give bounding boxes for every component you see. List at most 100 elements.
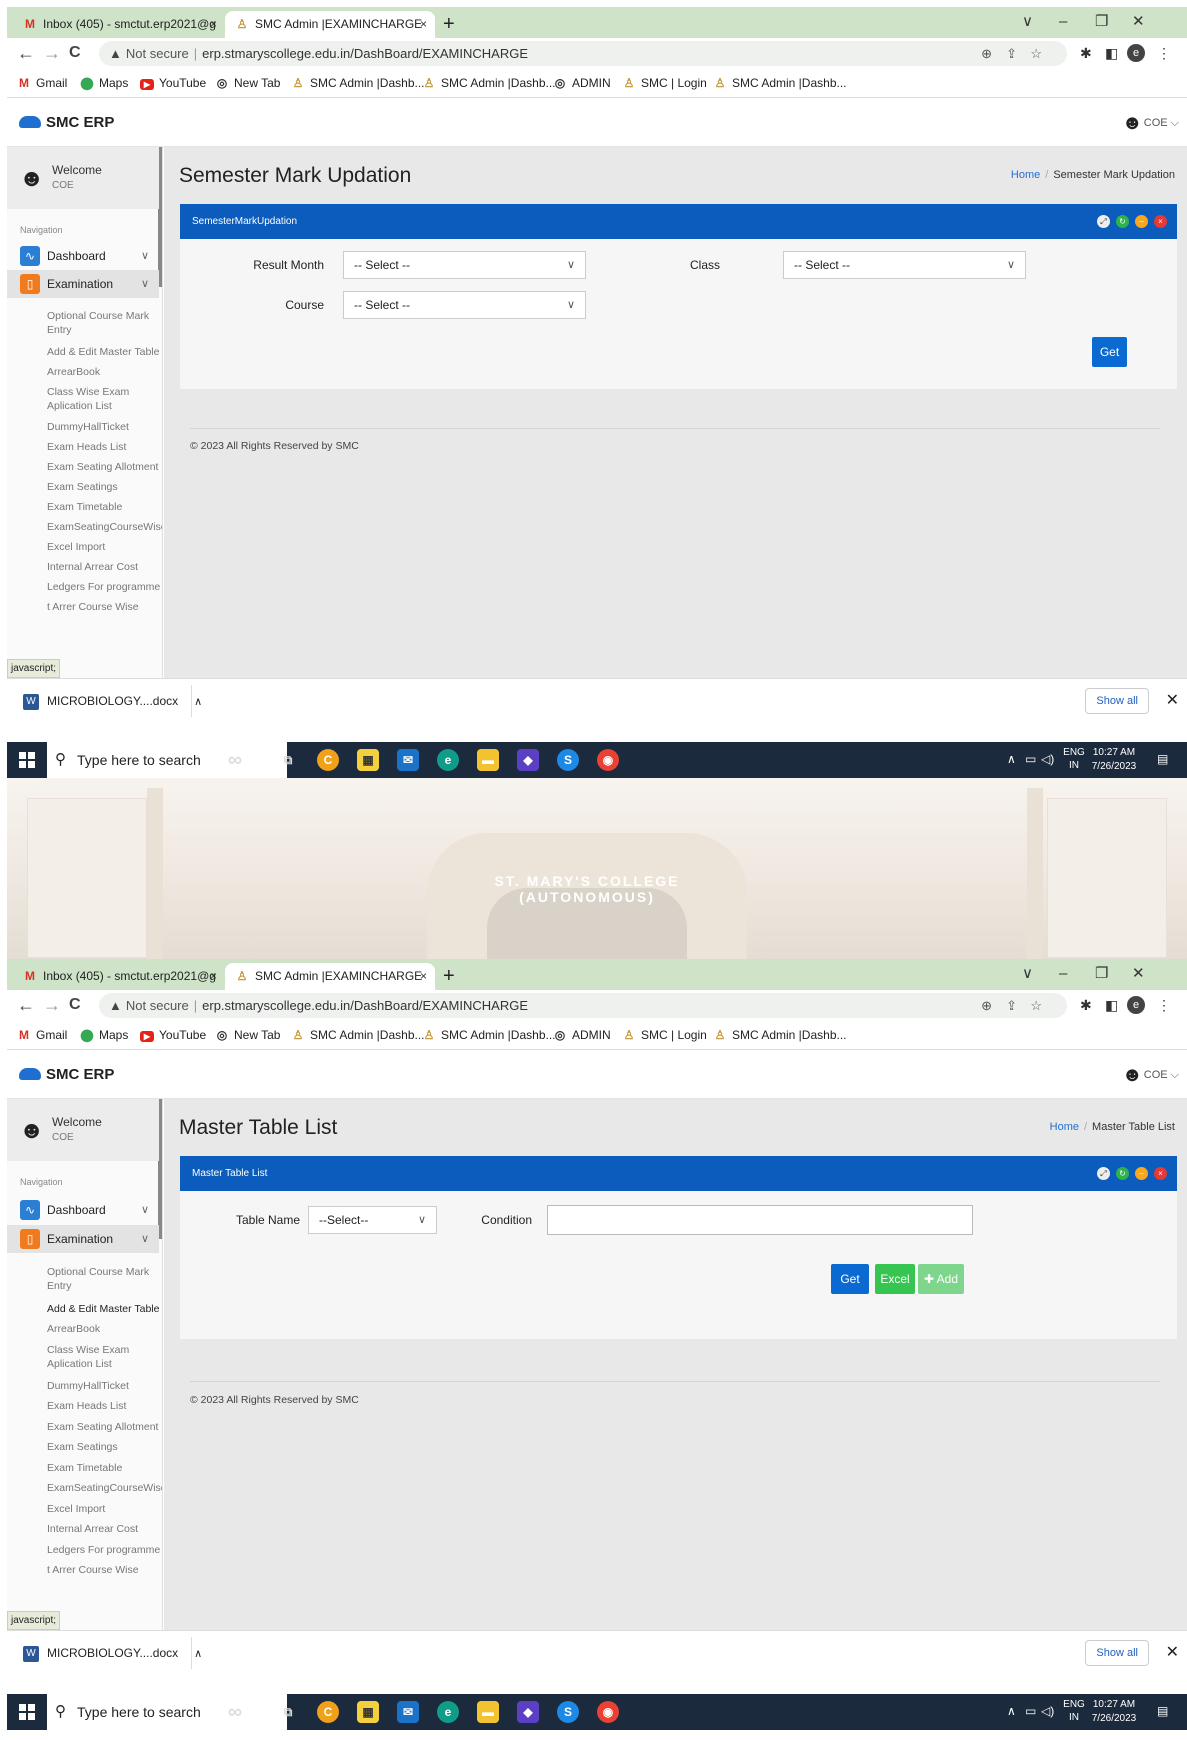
close-window-icon[interactable]: ✕: [1132, 11, 1145, 33]
zoom-icon[interactable]: ⊕: [981, 993, 992, 1018]
bookmark-smc-admin-3[interactable]: ♙ SMC Admin |Dashb...: [713, 75, 847, 91]
clock[interactable]: 10:27 AM 7/26/2023: [1089, 1698, 1139, 1726]
breadcrumb-home[interactable]: Home: [1050, 1121, 1079, 1133]
restore-icon[interactable]: ❐: [1095, 11, 1108, 33]
submenu-item[interactable]: t Arrer Course Wise: [47, 600, 162, 614]
battery-icon[interactable]: ▭: [1025, 1704, 1036, 1718]
bookmark-gmail[interactable]: M Gmail: [17, 1027, 67, 1043]
forward-icon[interactable]: →: [43, 994, 61, 1016]
tab-smc-admin[interactable]: ♙ SMC Admin |EXAMINCHARGE ×: [225, 11, 435, 38]
new-tab-button[interactable]: +: [443, 963, 455, 989]
submenu-item[interactable]: Exam Timetable: [47, 500, 162, 514]
edge-icon[interactable]: e: [437, 1701, 459, 1723]
tab-gmail[interactable]: M Inbox (405) - smctut.erp2021@g ×: [13, 963, 225, 990]
close-tab-icon[interactable]: ×: [210, 11, 217, 38]
collapse-icon[interactable]: –: [1135, 215, 1148, 228]
bookmark-youtube[interactable]: ▶ YouTube: [140, 75, 206, 91]
table-name-select[interactable]: --Select-- ∨: [308, 1206, 437, 1234]
chrome-icon[interactable]: ◉: [597, 1701, 619, 1723]
task-view-icon[interactable]: ⧉: [277, 749, 299, 771]
profile-avatar[interactable]: e: [1127, 996, 1145, 1014]
file-explorer-icon[interactable]: ▬: [477, 749, 499, 771]
bookmark-new-tab[interactable]: ◎ New Tab: [215, 1027, 281, 1043]
bookmark-smc-admin-3[interactable]: ♙ SMC Admin |Dashb...: [713, 1027, 847, 1043]
user-menu[interactable]: ☻COE ⌵: [1122, 1063, 1179, 1087]
submenu-item[interactable]: ArrearBook: [47, 365, 162, 379]
submenu-item[interactable]: DummyHallTicket: [47, 420, 162, 434]
chevron-up-icon[interactable]: ∧: [1007, 752, 1016, 766]
language-indicator[interactable]: ENG IN: [1062, 746, 1086, 772]
close-tab-icon[interactable]: ×: [420, 963, 427, 990]
download-item[interactable]: W MICROBIOLOGY....docx ∧: [17, 679, 202, 723]
windows-start-icon[interactable]: [19, 752, 35, 768]
remove-icon[interactable]: ×: [1154, 1167, 1167, 1180]
submenu-item[interactable]: Exam Seating Allotment: [47, 1420, 162, 1434]
chevron-up-icon[interactable]: ∧: [1007, 1704, 1016, 1718]
back-icon[interactable]: ←: [17, 42, 35, 64]
new-tab-button[interactable]: +: [443, 11, 455, 37]
course-select[interactable]: -- Select -- ∨: [343, 291, 586, 319]
minimize-icon[interactable]: –: [1059, 11, 1067, 33]
close-download-bar-icon[interactable]: ✕: [1166, 1641, 1179, 1665]
breadcrumb-home[interactable]: Home: [1011, 169, 1040, 181]
close-tab-icon[interactable]: ×: [420, 11, 427, 38]
reload-icon[interactable]: C: [69, 994, 81, 1016]
reload-icon[interactable]: ↻: [1116, 1167, 1129, 1180]
bookmark-maps[interactable]: ⬤ Maps: [80, 1027, 128, 1043]
submenu-item[interactable]: ExamSeatingCourseWiseRep: [47, 520, 162, 534]
bookmark-smc-login[interactable]: ♙ SMC | Login: [622, 75, 707, 91]
close-download-bar-icon[interactable]: ✕: [1166, 689, 1179, 713]
bookmark-admin[interactable]: ◎ ADMIN: [553, 75, 611, 91]
address-bar[interactable]: ▲ Not secure | erp.stmaryscollege.edu.in/Da…: [99, 41, 1067, 66]
submenu-item[interactable]: Ledgers For programme: [47, 580, 162, 594]
side-panel-icon[interactable]: ◧: [1105, 996, 1118, 1014]
share-icon[interactable]: ⇪: [1006, 41, 1017, 66]
bookmark-admin[interactable]: ◎ ADMIN: [553, 1027, 611, 1043]
language-indicator[interactable]: ENG IN: [1062, 1698, 1086, 1724]
skype-icon[interactable]: S: [557, 1701, 579, 1723]
expand-icon[interactable]: ⤢: [1097, 215, 1110, 228]
add-button[interactable]: ✚ Add: [918, 1264, 964, 1294]
app-shield-icon[interactable]: ◆: [517, 749, 539, 771]
restore-icon[interactable]: ❐: [1095, 963, 1108, 985]
result-month-select[interactable]: -- Select -- ∨: [343, 251, 586, 279]
sidebar-item-dashboard[interactable]: ∿ Dashboard ∨: [7, 242, 159, 270]
submenu-item[interactable]: Exam Heads List: [47, 1399, 162, 1413]
submenu-item[interactable]: Exam Seatings: [47, 1440, 162, 1454]
star-icon[interactable]: ☆: [1030, 993, 1042, 1018]
extensions-icon[interactable]: ✱: [1080, 996, 1092, 1014]
app-c-icon[interactable]: C: [317, 1701, 339, 1723]
tab-smc-admin[interactable]: ♙ SMC Admin |EXAMINCHARGE ×: [225, 963, 435, 990]
submenu-item[interactable]: Excel Import: [47, 540, 162, 554]
menu-dots-icon[interactable]: ⋮: [1157, 44, 1171, 62]
class-select[interactable]: -- Select -- ∨: [783, 251, 1026, 279]
bookmark-smc-admin-2[interactable]: ♙ SMC Admin |Dashb...: [422, 75, 556, 91]
remove-icon[interactable]: ×: [1154, 215, 1167, 228]
menu-dots-icon[interactable]: ⋮: [1157, 996, 1171, 1014]
submenu-item[interactable]: Ledgers For programme: [47, 1543, 162, 1557]
tab-search-icon[interactable]: ∨: [1022, 11, 1033, 33]
profile-avatar[interactable]: e: [1127, 44, 1145, 62]
submenu-item[interactable]: Exam Seating Allotment: [47, 460, 162, 474]
submenu-item[interactable]: t Arrer Course Wise: [47, 1563, 162, 1577]
windows-start-icon[interactable]: [19, 1704, 35, 1720]
share-icon[interactable]: ⇪: [1006, 993, 1017, 1018]
condition-input[interactable]: [547, 1205, 973, 1235]
app-shield-icon[interactable]: ◆: [517, 1701, 539, 1723]
submenu-item[interactable]: Internal Arrear Cost: [47, 1522, 162, 1536]
submenu-item[interactable]: Add & Edit Master Table: [47, 345, 162, 359]
forward-icon[interactable]: →: [43, 42, 61, 64]
notifications-icon[interactable]: ▤: [1157, 752, 1168, 766]
submenu-item[interactable]: Internal Arrear Cost: [47, 560, 162, 574]
side-panel-icon[interactable]: ◧: [1105, 44, 1118, 62]
edge-icon[interactable]: e: [437, 749, 459, 771]
submenu-item[interactable]: Optional Course Mark Entry: [47, 1265, 162, 1293]
close-window-icon[interactable]: ✕: [1132, 963, 1145, 985]
collapse-icon[interactable]: –: [1135, 1167, 1148, 1180]
clock[interactable]: 10:27 AM 7/26/2023: [1089, 746, 1139, 774]
submenu-item[interactable]: ArrearBook: [47, 1322, 162, 1336]
submenu-item[interactable]: Exam Heads List: [47, 440, 162, 454]
extensions-icon[interactable]: ✱: [1080, 44, 1092, 62]
battery-icon[interactable]: ▭: [1025, 752, 1036, 766]
submenu-item[interactable]: Optional Course Mark Entry: [47, 309, 162, 337]
